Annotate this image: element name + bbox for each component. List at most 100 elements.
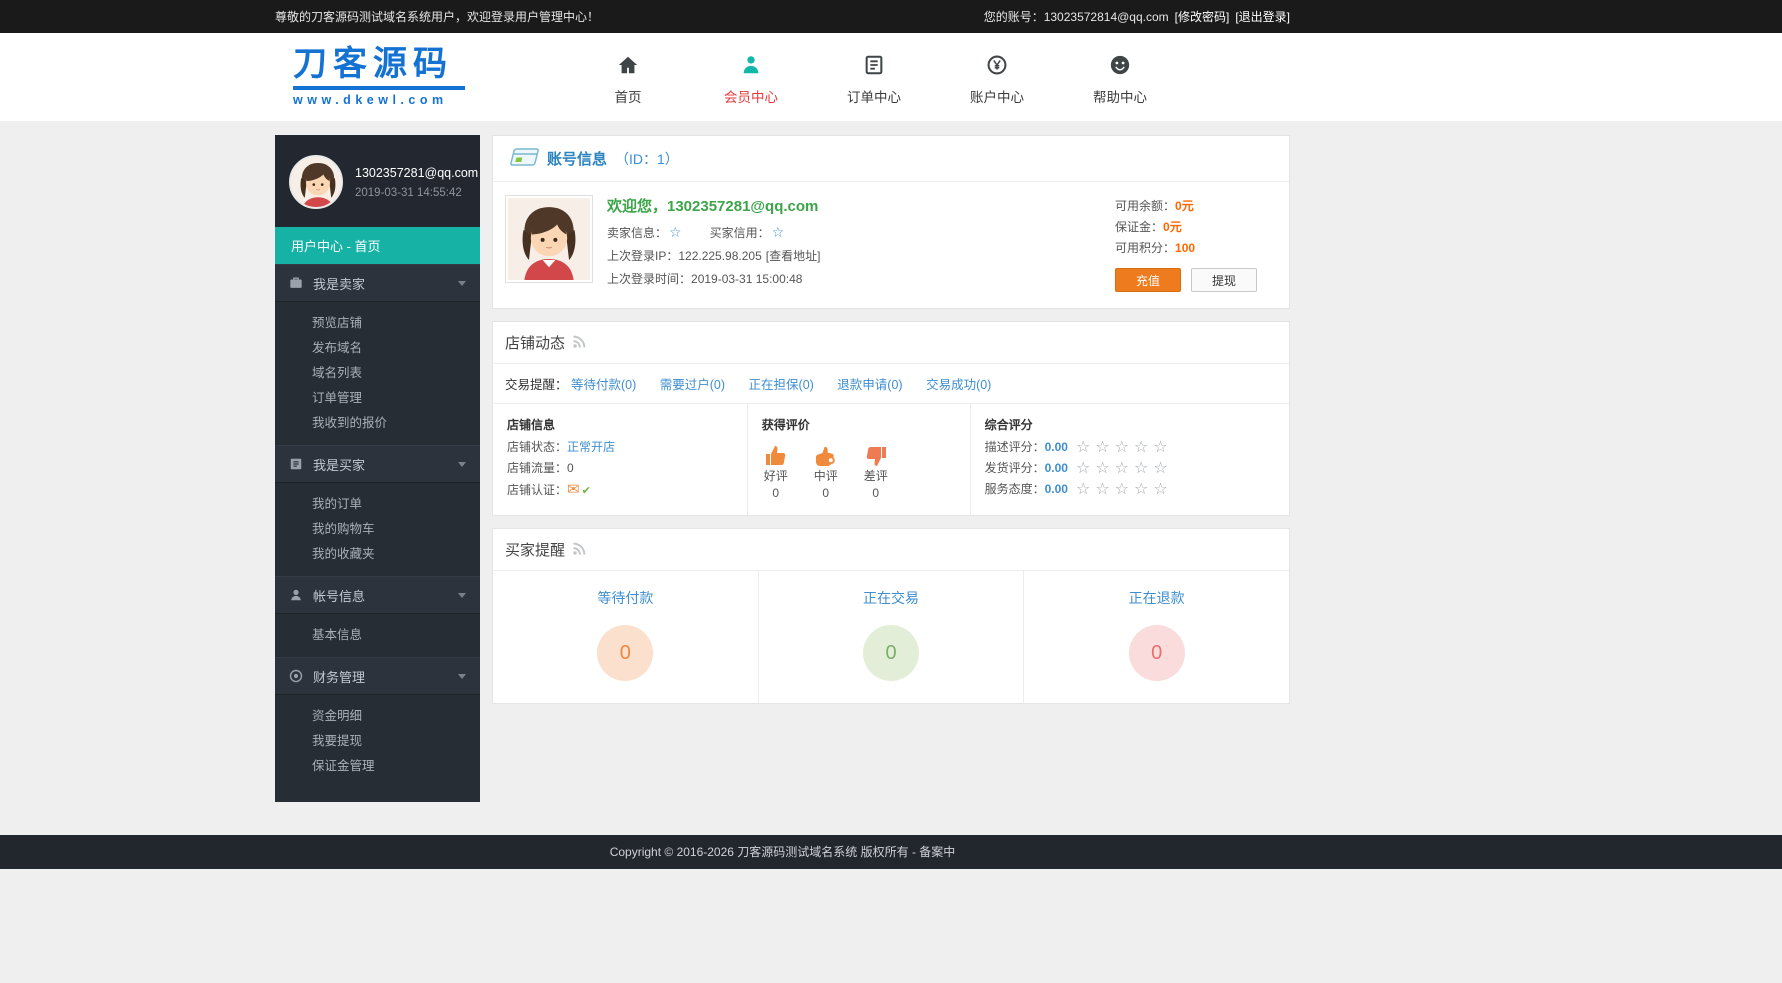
sidebar-item-fund-details[interactable]: 资金明细 [275, 704, 480, 729]
ok-hand-icon [814, 442, 838, 468]
view-address-link[interactable]: [查看地址] [766, 249, 821, 263]
refunding-link[interactable]: 正在退款 [1129, 588, 1185, 608]
score-label: 服务态度： [985, 482, 1045, 496]
briefcase-icon [289, 276, 303, 290]
nav-item-help-center[interactable]: 帮助中心 [1075, 49, 1165, 106]
sidebar-item-my-favorites[interactable]: 我的收藏夹 [275, 542, 480, 567]
home-icon [617, 53, 639, 77]
account-info-header: 账号信息 （ID：1） [493, 136, 1289, 182]
sidebar-section-account[interactable]: 帐号信息 [275, 576, 480, 614]
sidebar-item-deposit-management[interactable]: 保证金管理 [275, 754, 480, 779]
shop-traffic-label: 店铺流量： [507, 461, 567, 475]
account-items: 基本信息 [275, 614, 480, 657]
refunding-column: 正在退款 0 [1024, 571, 1289, 703]
shop-info-column: 店铺信息 店铺状态：正常开店 店铺流量：0 店铺认证：✉✔ [493, 404, 748, 515]
score-value: 0.00 [1045, 461, 1068, 475]
sidebar-item-user-center-home[interactable]: 用户中心 - 首页 [275, 227, 480, 264]
user-avatar [289, 155, 343, 209]
panel-title: 账号信息 [547, 148, 607, 169]
awaiting-payment-count: 0 [597, 625, 653, 681]
deposit-row: 保证金：0元 [1115, 217, 1275, 238]
nav-label: 订单中心 [847, 86, 901, 106]
sidebar-item-basic-info[interactable]: 基本信息 [275, 623, 480, 648]
nav-item-account-center[interactable]: 账户中心 [952, 49, 1042, 106]
in-escrow-link[interactable]: 正在担保(0) [749, 378, 814, 392]
shop-cert-label: 店铺认证： [507, 483, 567, 497]
nav-label: 账户中心 [970, 86, 1024, 106]
shop-traffic-row: 店铺流量：0 [507, 458, 733, 479]
rating-label: 中评 [814, 468, 838, 485]
sidebar-item-publish-domain[interactable]: 发布域名 [275, 336, 480, 361]
star-rating-icons: ☆☆☆☆☆ [1076, 460, 1173, 477]
sidebar-item-preview-shop[interactable]: 预览店铺 [275, 311, 480, 336]
rating-count: 0 [772, 485, 779, 502]
section-title: 帐号信息 [313, 586, 365, 605]
neutral-rating: 中评 0 [814, 442, 838, 502]
topbar: 尊敬的刀客源码测试域名系统用户，欢迎登录用户管理中心！ 您的账号：1302357… [0, 0, 1782, 33]
shop-dynamics-panel: 店铺动态 交易提醒： 等待付款(0) 需要过户(0) 正在担保(0) 退款申请(… [492, 321, 1290, 516]
sidebar-item-my-cart[interactable]: 我的购物车 [275, 517, 480, 542]
need-transfer-link[interactable]: 需要过户(0) [660, 378, 725, 392]
trading-column: 正在交易 0 [759, 571, 1025, 703]
star-icon: ☆ [669, 224, 682, 240]
user-avatar-large [505, 195, 593, 283]
score-label: 发货评分： [985, 461, 1045, 475]
sidebar-section-finance[interactable]: 财务管理 [275, 657, 480, 695]
copyright-text: Copyright © 2016-2026 刀客源码测试域名系统 版权所有 - … [275, 835, 1290, 869]
welcome-user-text: 欢迎您，1302357281@qq.com [607, 195, 820, 218]
sidebar-item-withdraw[interactable]: 我要提现 [275, 729, 480, 754]
sidebar-item-my-orders[interactable]: 我的订单 [275, 492, 480, 517]
credit-row: 卖家信息：☆买家信用：☆ [607, 221, 820, 245]
deposit-label: 保证金： [1115, 220, 1163, 234]
rating-title: 获得评价 [762, 415, 956, 436]
change-password-link[interactable]: [修改密码] [1175, 8, 1230, 25]
header: 刀客源码 www.dkewl.com 首页 会员中心 订单中心 [0, 33, 1782, 121]
nav-item-order-center[interactable]: 订单中心 [829, 49, 919, 106]
nav-item-home[interactable]: 首页 [583, 49, 673, 106]
nav-label: 帮助中心 [1093, 86, 1147, 106]
trade-success-link[interactable]: 交易成功(0) [926, 378, 991, 392]
shop-cert-row: 店铺认证：✉✔ [507, 479, 733, 502]
points-row: 可用积分：100 [1115, 238, 1275, 259]
check-icon: ✔ [582, 485, 591, 497]
awaiting-payment-link[interactable]: 等待付款(0) [571, 378, 636, 392]
sidebar-section-seller[interactable]: 我是卖家 [275, 264, 480, 302]
shop-status-row: 店铺状态：正常开店 [507, 437, 733, 458]
service-score-row: 服务态度：0.00☆☆☆☆☆ [985, 479, 1275, 500]
score-column: 综合评分 描述评分：0.00☆☆☆☆☆ 发货评分：0.00☆☆☆☆☆ 服务态度：… [971, 404, 1289, 515]
account-info-body: 欢迎您，1302357281@qq.com 卖家信息：☆买家信用：☆ 上次登录I… [493, 182, 1289, 308]
section-title: 我是卖家 [313, 274, 365, 293]
chevron-down-icon [458, 462, 466, 467]
awaiting-payment-column: 等待付款 0 [493, 571, 759, 703]
nav-item-member-center[interactable]: 会员中心 [706, 49, 796, 106]
good-rating: 好评 0 [764, 442, 788, 502]
withdraw-button[interactable]: 提现 [1191, 268, 1257, 292]
last-time-label: 上次登录时间： [607, 272, 691, 286]
rating-column: 获得评价 好评 0 [748, 404, 971, 515]
points-label: 可用积分： [1115, 241, 1175, 255]
list-icon [289, 457, 303, 471]
shop-status-link[interactable]: 正常开店 [567, 440, 615, 454]
rating-count: 0 [872, 485, 879, 502]
yuan-icon [986, 53, 1008, 77]
bad-rating: 差评 0 [864, 442, 888, 502]
buyer-items: 我的订单 我的购物车 我的收藏夹 [275, 483, 480, 576]
star-icon: ☆ [772, 224, 785, 240]
trading-count: 0 [863, 625, 919, 681]
logo[interactable]: 刀客源码 www.dkewl.com [293, 47, 465, 107]
trade-reminder-label: 交易提醒： [505, 378, 568, 392]
awaiting-payment-link[interactable]: 等待付款 [597, 588, 653, 608]
logout-link[interactable]: [退出登录] [1235, 8, 1290, 25]
logo-subtitle: www.dkewl.com [293, 93, 465, 107]
sidebar-item-domain-list[interactable]: 域名列表 [275, 361, 480, 386]
sidebar-item-order-management[interactable]: 订单管理 [275, 386, 480, 411]
deposit-value: 0元 [1163, 220, 1182, 234]
trading-link[interactable]: 正在交易 [863, 588, 919, 608]
page-body: 1302357281@qq.com 2019-03-31 14:55:42 用户… [0, 121, 1782, 835]
sidebar-section-buyer[interactable]: 我是买家 [275, 445, 480, 483]
recharge-button[interactable]: 充值 [1115, 268, 1181, 292]
refund-request-link[interactable]: 退款申请(0) [837, 378, 902, 392]
order-icon [863, 53, 885, 77]
sidebar-item-received-offers[interactable]: 我收到的报价 [275, 411, 480, 436]
balance-value: 0元 [1175, 199, 1194, 213]
